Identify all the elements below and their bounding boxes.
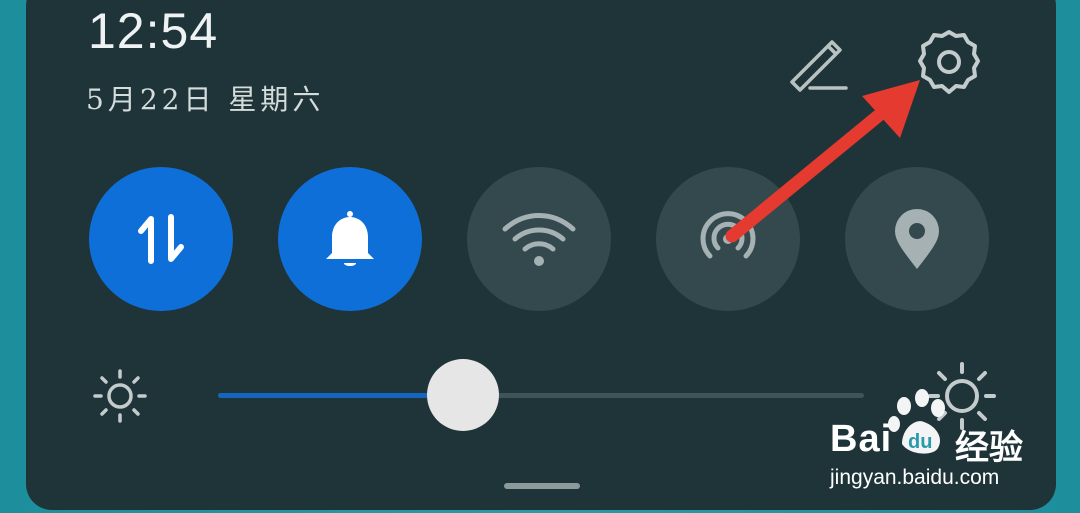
location-toggle[interactable] (845, 167, 989, 311)
mobile-data-toggle[interactable] (89, 167, 233, 311)
brightness-slider[interactable] (218, 359, 864, 431)
svg-text:du: du (908, 431, 932, 453)
edit-button[interactable] (784, 30, 848, 94)
watermark-brand: Bai (830, 418, 893, 460)
watermark-url: jingyan.baidu.com (830, 466, 1000, 489)
gear-icon (918, 30, 980, 94)
hotspot-toggle[interactable] (656, 167, 800, 311)
bell-icon (326, 211, 374, 266)
brightness-slider-thumb[interactable] (427, 359, 499, 431)
wifi-icon (502, 213, 576, 266)
panel-drag-handle[interactable] (504, 483, 580, 489)
watermark-jingyan: 经验 (955, 428, 1023, 468)
data-transfer-icon (138, 214, 184, 264)
brightness-min-icon (92, 368, 148, 424)
hotspot-icon (700, 211, 756, 259)
clock-time: 12:54 (88, 3, 219, 59)
sound-toggle[interactable] (278, 167, 422, 311)
wifi-toggle[interactable] (467, 167, 611, 311)
location-pin-icon (895, 209, 939, 269)
baidu-paw-logo: du (888, 389, 945, 454)
date-label: 5月22日 星期六 (86, 83, 325, 116)
settings-button[interactable] (912, 26, 986, 100)
pencil-icon (790, 40, 848, 92)
